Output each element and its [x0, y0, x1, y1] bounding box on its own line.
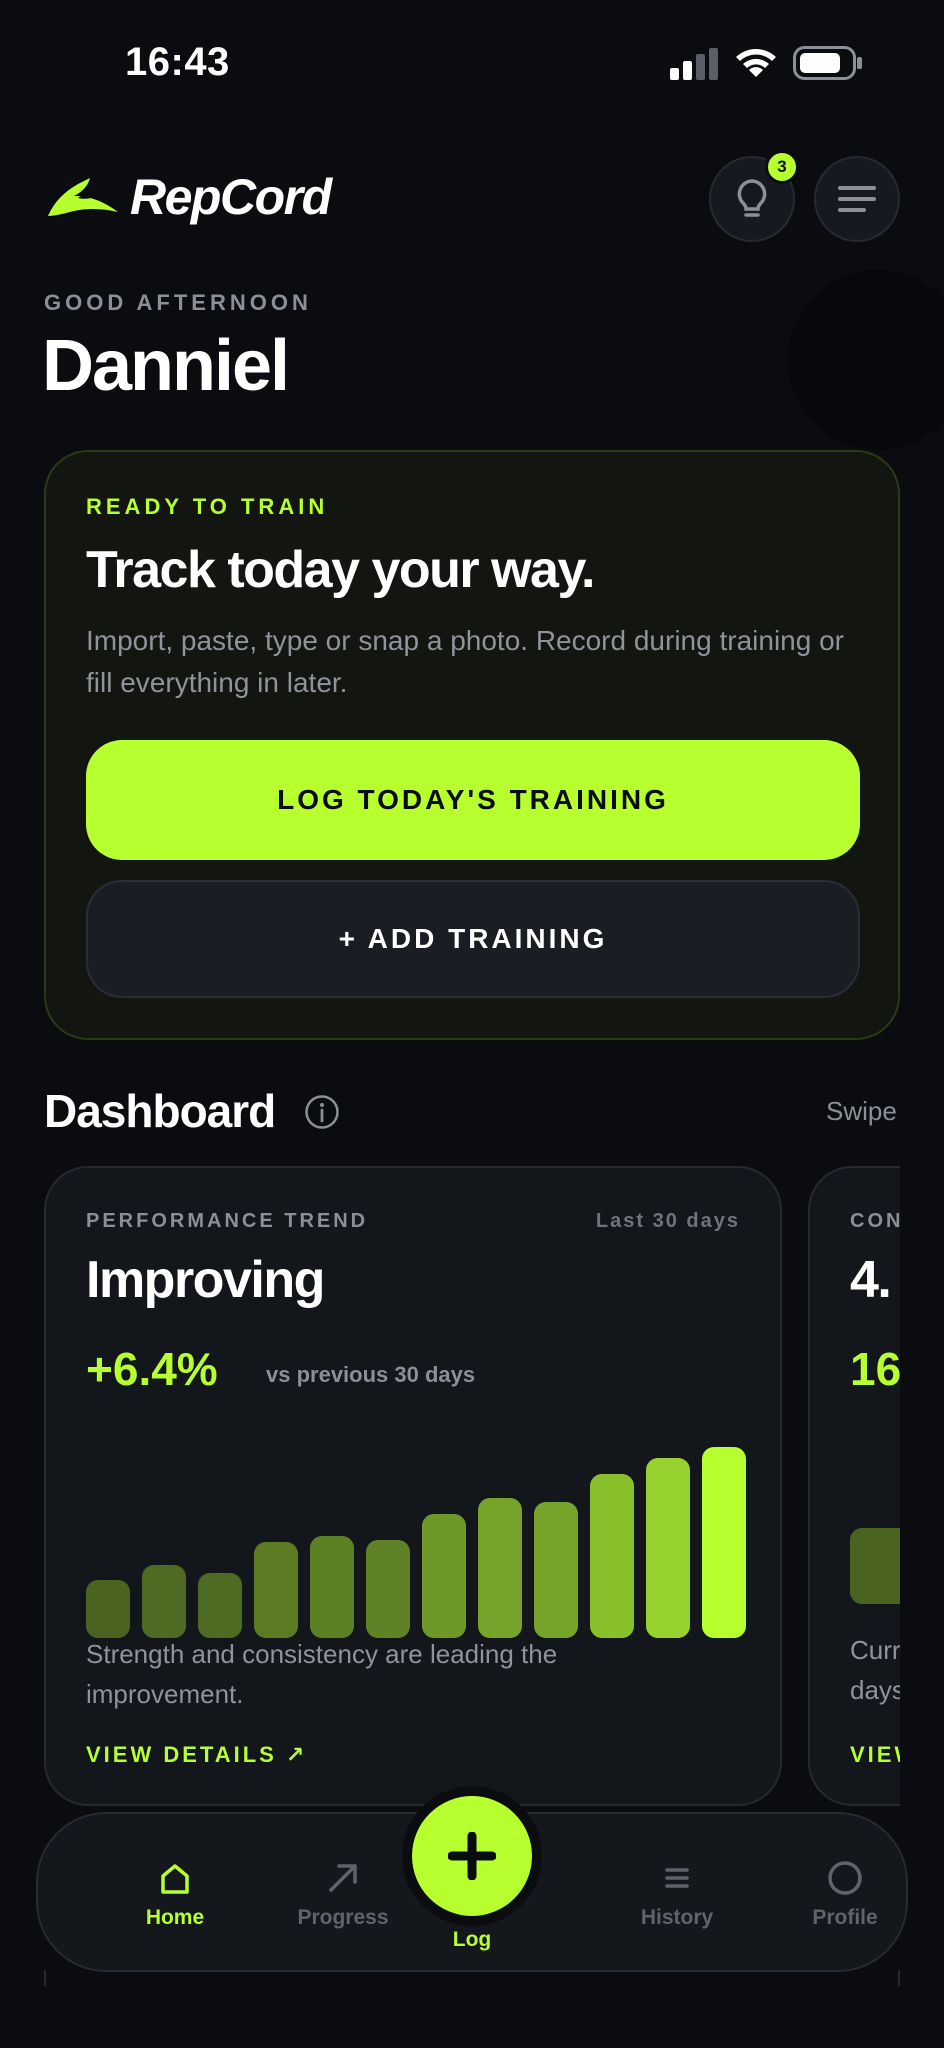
swipe-hint: Swipe — [826, 1096, 897, 1126]
profile-circle-icon — [828, 1861, 862, 1895]
card-kicker: PERFORMANCE TREND — [86, 1210, 369, 1232]
logo-mark-icon — [48, 178, 118, 216]
card-status: 4. — [850, 1251, 892, 1309]
status-bar: 16:43 — [0, 0, 944, 120]
chart-bar — [197, 1573, 243, 1638]
background-decoration — [788, 270, 944, 450]
nav-label: Home — [145, 1906, 205, 1929]
card-delta: +6.4% — [86, 1343, 218, 1395]
dashboard-carousel[interactable]: PERFORMANCE TREND Last 30 days Improving… — [0, 1150, 900, 1830]
tips-button[interactable]: 3 — [709, 150, 799, 242]
hero-description: Import, paste, type or snap a photo. Rec… — [86, 625, 844, 698]
nav-home[interactable]: Home — [110, 1858, 240, 1930]
consistency-card[interactable]: CON 4. 16 Curr days VIEW — [808, 1166, 900, 1806]
arrow-up-right-icon — [329, 1864, 357, 1892]
nav-label: History — [640, 1906, 714, 1929]
brand-logo[interactable]: RepCord — [44, 168, 332, 228]
dashboard-title: Dashboard — [44, 1085, 276, 1137]
nav-label: Progress — [297, 1906, 389, 1929]
chart-bar — [309, 1536, 355, 1638]
nav-label-log: Log — [452, 1928, 492, 1951]
user-name: Danniel — [42, 326, 290, 406]
nav-history[interactable]: History — [612, 1858, 742, 1930]
peek-chart-bar — [850, 1528, 900, 1604]
chart-bar — [701, 1447, 746, 1638]
performance-trend-card[interactable]: PERFORMANCE TREND Last 30 days Improving… — [44, 1166, 782, 1806]
plus-icon — [448, 1832, 496, 1880]
signal-icon — [670, 48, 718, 80]
card-description-line2: days — [850, 1675, 900, 1705]
log-fab-button[interactable] — [412, 1796, 532, 1916]
nav-label: Profile — [812, 1906, 878, 1929]
status-time: 16:43 — [125, 40, 230, 84]
greeting-kicker: GOOD AFTERNOON — [44, 290, 312, 315]
chart-bar — [477, 1498, 523, 1638]
wifi-icon — [736, 49, 776, 77]
list-icon — [665, 1868, 689, 1888]
hero-kicker: READY TO TRAIN — [86, 494, 329, 519]
view-details-link[interactable]: VIEW DETAILS ↗ — [86, 1742, 307, 1768]
performance-bar-chart — [86, 1438, 746, 1638]
battery-icon — [793, 46, 862, 80]
nav-profile[interactable]: Profile — [780, 1858, 910, 1930]
card-description-line1: Curr — [850, 1635, 900, 1665]
chart-bar — [589, 1474, 635, 1638]
home-icon — [161, 1864, 189, 1894]
chart-bar — [86, 1580, 131, 1638]
chart-bar — [533, 1502, 579, 1638]
card-status: Improving — [86, 1251, 325, 1309]
notification-badge: 3 — [765, 150, 799, 184]
hero-title: Track today your way. — [86, 541, 595, 599]
brand-name: RepCord — [130, 169, 332, 225]
chart-bar — [253, 1542, 299, 1638]
chart-bar — [141, 1565, 187, 1638]
menu-button[interactable] — [814, 156, 900, 242]
info-icon[interactable] — [304, 1094, 340, 1130]
chart-bar — [645, 1458, 691, 1638]
add-training-button[interactable]: + ADD TRAINING — [86, 880, 860, 998]
nav-progress[interactable]: Progress — [278, 1858, 408, 1930]
log-todays-training-button[interactable]: LOG TODAY'S TRAINING — [86, 740, 860, 860]
ready-to-train-card: READY TO TRAIN Track today your way. Imp… — [44, 450, 900, 1040]
card-delta: 16 — [850, 1343, 900, 1395]
chart-bar — [421, 1514, 467, 1638]
view-details-link[interactable]: VIEW — [850, 1742, 900, 1768]
hamburger-menu-icon — [838, 186, 876, 212]
lightbulb-icon — [737, 179, 767, 217]
card-description: Strength and consistency are leading the… — [86, 1639, 558, 1709]
card-range: Last 30 days — [595, 1210, 740, 1232]
card-kicker: CON — [850, 1210, 900, 1232]
chart-bar — [365, 1540, 411, 1638]
scroll-content-edge — [44, 1970, 900, 1986]
card-delta-note: vs previous 30 days — [266, 1362, 476, 1387]
